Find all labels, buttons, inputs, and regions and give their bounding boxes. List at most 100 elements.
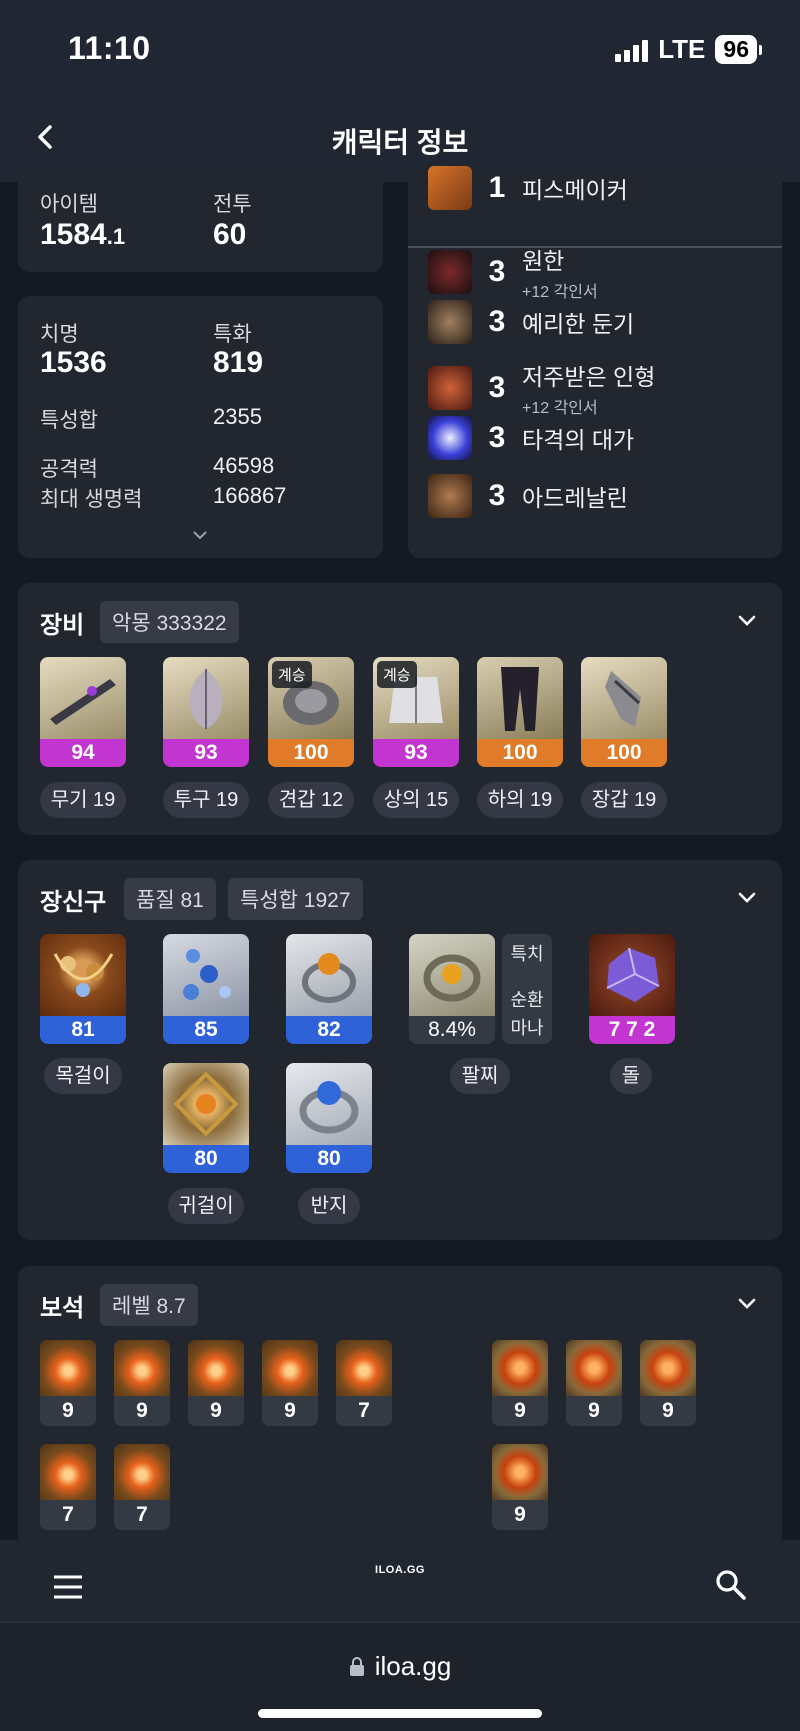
network-label: LTE xyxy=(658,34,706,64)
equipment-collapse-chevron-icon[interactable] xyxy=(734,608,760,634)
equipment-item[interactable]: 100 xyxy=(581,657,667,767)
annihilation-gem-icon xyxy=(262,1340,318,1396)
gems-collapse-chevron-icon[interactable] xyxy=(734,1291,760,1317)
stone-item[interactable]: 7 7 2 xyxy=(589,934,675,1044)
url-display[interactable]: iloa.gg xyxy=(0,1651,800,1682)
combat-level-value: 60 xyxy=(213,218,247,251)
bracelet-option-2: 순환 xyxy=(510,990,544,1010)
max-hp-label: 최대 생명력 xyxy=(40,488,143,511)
damage-gem[interactable]: 7 xyxy=(40,1444,96,1530)
earring-icon xyxy=(163,1063,249,1145)
damage-gem[interactable]: 9 xyxy=(188,1340,244,1426)
engraving-name: 아드레날린 xyxy=(522,485,628,511)
ring-item-1[interactable]: 82 xyxy=(286,934,372,1044)
stone-icon xyxy=(589,934,675,1016)
earring-label: 귀걸이 xyxy=(168,1188,244,1224)
site-logo[interactable]: ILOA.GG xyxy=(330,1564,470,1576)
bracelet-option-1: 특치 xyxy=(510,944,544,964)
equipment-quality: 100 xyxy=(581,739,667,767)
equipment-slot-label: 하의 19 xyxy=(477,782,563,818)
demon-icon xyxy=(428,250,472,294)
gem-level: 9 xyxy=(640,1396,696,1426)
browser-url-bar[interactable]: iloa.gg xyxy=(0,1622,800,1731)
equipment-item[interactable]: 94 xyxy=(40,657,126,767)
stats-card[interactable]: 치명 1536 특화 819 특성합 2355 공격력 46598 최대 생명력… xyxy=(18,296,383,558)
gem-level: 9 xyxy=(188,1396,244,1426)
menu-button[interactable] xyxy=(52,1574,84,1600)
page-title: 캐릭터 정보 xyxy=(331,127,469,158)
equipment-quality: 93 xyxy=(373,739,459,767)
accessories-collapse-chevron-icon[interactable] xyxy=(734,885,760,911)
engraving-level: 3 xyxy=(488,421,506,454)
home-indicator[interactable] xyxy=(258,1709,542,1718)
engraving-row[interactable]: 3 타격의 대가 xyxy=(428,416,634,460)
engraving-row[interactable]: 3 아드레날린 xyxy=(428,474,628,518)
gloves-icon xyxy=(581,657,667,739)
lightning-icon xyxy=(428,416,472,460)
bracelet-option-3: 마나 xyxy=(510,1018,544,1038)
equipment-quality: 94 xyxy=(40,739,126,767)
gem-level: 9 xyxy=(492,1396,548,1426)
spec-value: 819 xyxy=(213,346,264,379)
gem-level: 9 xyxy=(566,1396,622,1426)
total-stat-value: 2355 xyxy=(213,404,262,429)
status-time: 11:10 xyxy=(68,30,151,66)
gem-level: 9 xyxy=(262,1396,318,1426)
gun-icon xyxy=(428,166,472,210)
ring-item-2[interactable]: 80 xyxy=(286,1063,372,1173)
engraving-row[interactable]: 3 예리한 둔기 xyxy=(428,300,634,344)
engraving-level: 3 xyxy=(488,255,506,288)
damage-gem[interactable]: 9 xyxy=(262,1340,318,1426)
item-level-card: 아이템 1584.1 전투 60 xyxy=(18,170,383,272)
top-bar: 11:10 LTE 96 캐릭터 정보 xyxy=(0,0,800,182)
engraving-row[interactable]: 3 원한 +12 각인서 xyxy=(428,242,598,302)
pants-icon xyxy=(477,657,563,739)
equipment-item[interactable]: 계승 93 xyxy=(373,657,459,767)
chevron-down-icon[interactable] xyxy=(192,530,208,540)
stone-value: 7 7 2 xyxy=(589,1016,675,1044)
helmet-icon xyxy=(163,657,249,739)
bracelet-icon xyxy=(409,934,495,1016)
equipment-quality: 100 xyxy=(268,739,354,767)
equipment-slot-label: 장갑 19 xyxy=(581,782,667,818)
item-level-label: 아이템 xyxy=(40,193,98,216)
attack-value: 46598 xyxy=(213,453,275,478)
ring-label: 반지 xyxy=(298,1188,360,1224)
earring-quality-1: 85 xyxy=(163,1016,249,1044)
necklace-item[interactable]: 81 xyxy=(40,934,126,1044)
cooldown-gem[interactable]: 9 xyxy=(566,1340,622,1426)
cooldown-gem[interactable]: 9 xyxy=(492,1444,548,1530)
engraving-row[interactable]: 1 피스메이커 xyxy=(428,166,628,210)
search-button[interactable] xyxy=(714,1568,748,1602)
earring-item-2[interactable]: 80 xyxy=(163,1063,249,1173)
damage-gem[interactable]: 7 xyxy=(336,1340,392,1426)
engraving-name: 저주받은 인형 xyxy=(522,364,656,390)
equipment-item[interactable]: 93 xyxy=(163,657,249,767)
cooldown-gem[interactable]: 9 xyxy=(640,1340,696,1426)
bracelet-item[interactable]: 8.4% xyxy=(409,934,495,1044)
ring-icon xyxy=(286,934,372,1016)
engraving-name: 예리한 둔기 xyxy=(522,311,635,337)
equipment-quality: 100 xyxy=(477,739,563,767)
equipment-item[interactable]: 100 xyxy=(477,657,563,767)
engraving-name: 타격의 대가 xyxy=(522,427,635,453)
engraving-level: 3 xyxy=(488,305,506,338)
damage-gem[interactable]: 9 xyxy=(114,1340,170,1426)
engraving-row[interactable]: 3 저주받은 인형 +12 각인서 xyxy=(428,358,655,418)
annihilation-gem-icon xyxy=(336,1340,392,1396)
earring-item-1[interactable]: 85 xyxy=(163,934,249,1044)
gem-level: 7 xyxy=(336,1396,392,1426)
bracelet-label: 팔찌 xyxy=(450,1058,510,1094)
damage-gem[interactable]: 7 xyxy=(114,1444,170,1530)
stone-label: 돌 xyxy=(610,1058,652,1094)
gem-level: 9 xyxy=(114,1396,170,1426)
necklace-label: 목걸이 xyxy=(44,1058,122,1094)
cooldown-gem[interactable]: 9 xyxy=(492,1340,548,1426)
damage-gem[interactable]: 9 xyxy=(40,1340,96,1426)
engraving-level: 3 xyxy=(488,479,506,512)
status-icons: LTE 96 xyxy=(615,34,762,65)
equipment-slot-label: 견갑 12 xyxy=(268,782,354,818)
adrenaline-icon xyxy=(428,474,472,518)
gems-level-badge: 레벨 8.7 xyxy=(100,1284,198,1326)
equipment-item[interactable]: 계승 100 xyxy=(268,657,354,767)
